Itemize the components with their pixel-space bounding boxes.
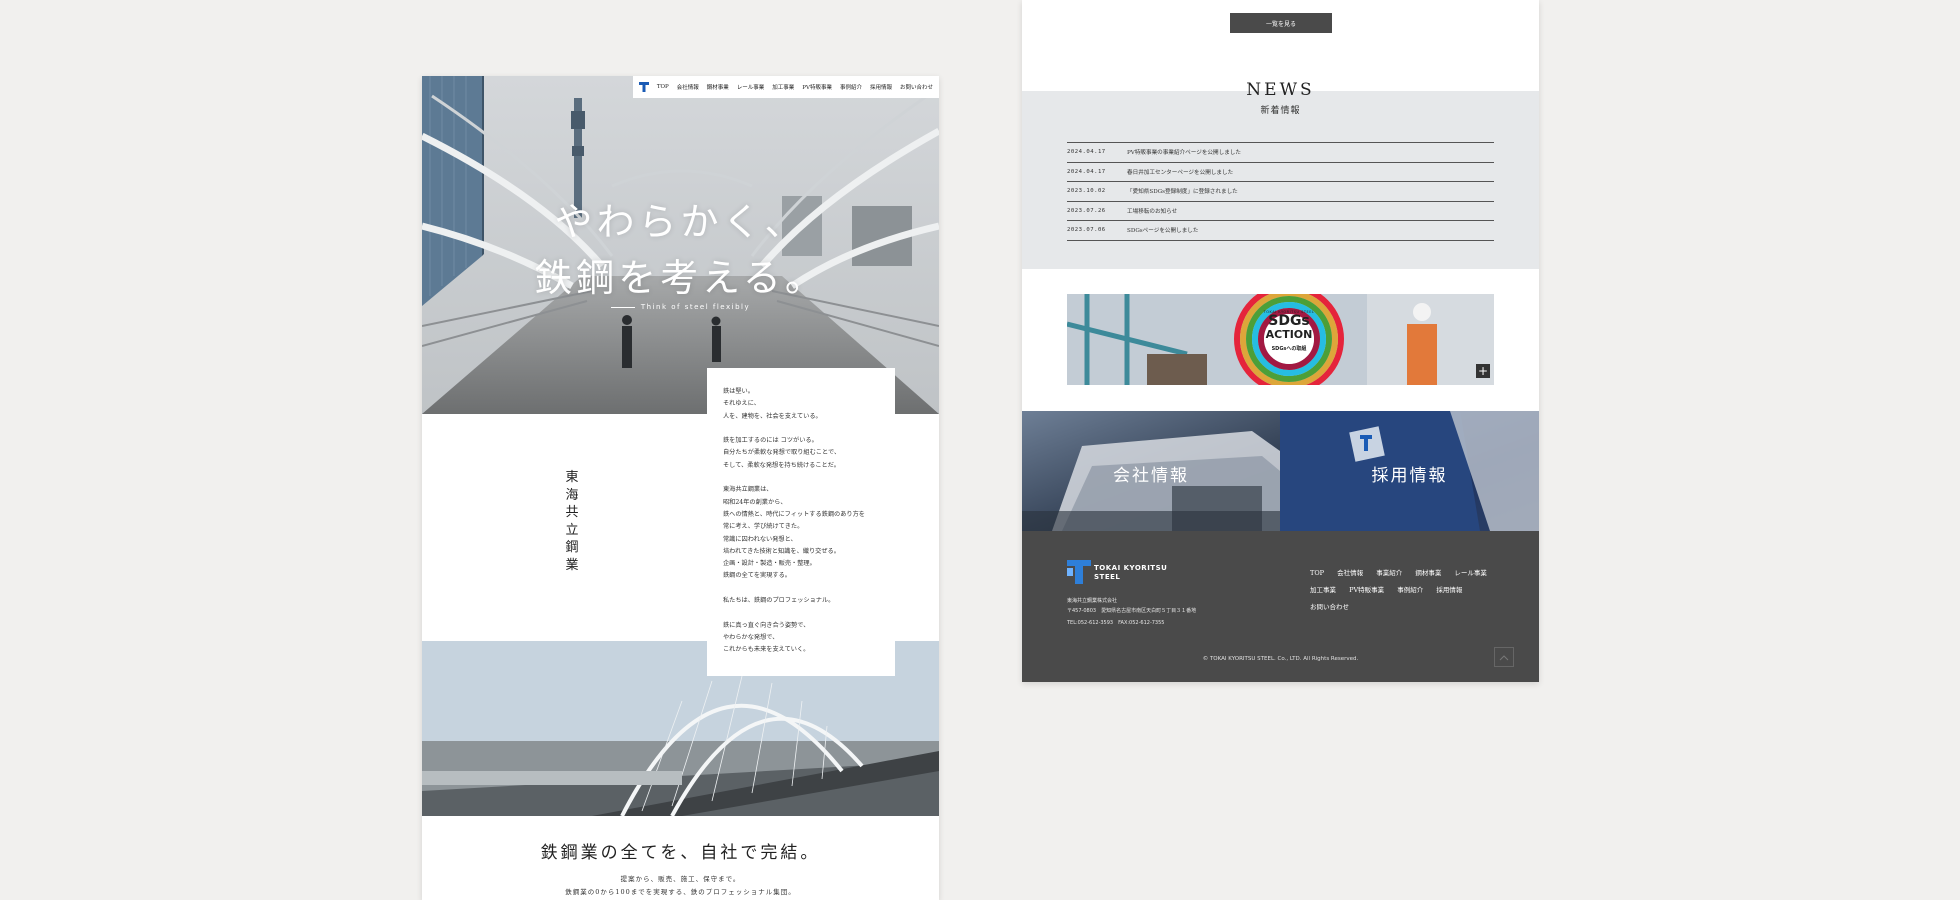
hero-subtitle: Think of steel flexibly (422, 303, 939, 311)
news-item[interactable]: 2023.10.02 「愛知県SDGs登録制度」に登録されました (1067, 182, 1494, 202)
homepage-top-preview: TOP 会社情報 鋼材事業 レール事業 加工事業 PV特販事業 事例紹介 採用情… (422, 76, 939, 900)
footer-links-row: 加工事業 PV特販事業 事例紹介 採用情報 (1310, 580, 1510, 597)
footer-link-pv[interactable]: PV特販事業 (1349, 586, 1384, 594)
news-item[interactable]: 2024.04.17 春日井加工センターページを公開しました (1067, 163, 1494, 182)
hero-subtitle-rule (610, 306, 635, 308)
vertical-char: 東 (565, 470, 579, 485)
footer-link-processing[interactable]: 加工事業 (1310, 586, 1336, 594)
news-date: 2024.04.17 (1067, 149, 1106, 156)
news-item[interactable]: 2023.07.26 工場移転のお知らせ (1067, 202, 1494, 221)
footer-link-cases[interactable]: 事例紹介 (1397, 586, 1423, 594)
nav-contact[interactable]: お問い合わせ (900, 83, 933, 91)
nav-cases[interactable]: 事例紹介 (840, 83, 862, 91)
news-text: 「愛知県SDGs登録制度」に登録されました (1127, 189, 1238, 196)
sdgs-caption: SDGsへの取組 (1271, 346, 1307, 352)
footer-logo-line2: STEEL (1094, 573, 1121, 581)
nav-steel[interactable]: 鋼材事業 (707, 83, 729, 91)
news-subtitle: 新着情報 (1260, 106, 1301, 116)
footer-link-steel[interactable]: 鋼材事業 (1415, 569, 1441, 577)
nav-company[interactable]: 会社情報 (677, 83, 699, 91)
footer-links: TOP 会社情報 事業紹介 鋼材事業 レール事業 加工事業 PV特販事業 事例紹… (1310, 563, 1510, 614)
nav-pv[interactable]: PV特販事業 (802, 83, 832, 91)
company-logo-icon[interactable] (638, 82, 649, 92)
hero-subtitle-text: Think of steel flexibly (640, 303, 751, 311)
nav-processing[interactable]: 加工事業 (772, 83, 794, 91)
svg-text:+: + (1478, 364, 1488, 378)
vertical-char: 共 (565, 505, 579, 520)
news-date: 2023.07.26 (1067, 207, 1106, 214)
sdgs-action: ACTION (1265, 328, 1313, 341)
vertical-char: 業 (565, 557, 579, 573)
homepage-bottom-preview: 一覧を見る NEWS 新着情報 2024.04.17 PV特販事業の事業紹介ペー… (1022, 0, 1539, 682)
view-list-button[interactable]: 一覧を見る (1230, 13, 1332, 33)
footer-link-top[interactable]: TOP (1310, 569, 1324, 577)
vertical-char: 海 (565, 487, 579, 503)
company-name-vertical: 東 海 共 立 鋼 業 (564, 469, 580, 574)
footer-logo-text: TOKAI KYORITSU STEEL (1094, 564, 1167, 582)
nav-top[interactable]: TOP (657, 84, 669, 90)
news-date: 2023.07.06 (1067, 227, 1106, 234)
news-text: 春日井加工センターページを公開しました (1127, 169, 1234, 176)
news-item[interactable]: 2024.04.17 PV特販事業の事業紹介ページを公開しました (1067, 143, 1494, 163)
recruit-info-tile[interactable]: 採用情報 (1280, 411, 1539, 531)
intro-message-card: 鉄は堅い。 それゆえに、 人を、建物を、社会を支えている。 鉄を加工するのには … (707, 368, 895, 676)
news-text: PV特販事業の事業紹介ページを公開しました (1127, 150, 1241, 157)
footer-logo-line1: TOKAI KYORITSU (1094, 564, 1168, 572)
recruit-tile-label: 採用情報 (1371, 466, 1448, 486)
footer-link-rail[interactable]: レール事業 (1454, 569, 1487, 577)
news-title: NEWS (1246, 80, 1315, 100)
intro-message-text: 鉄は堅い。 それゆえに、 人を、建物を、社会を支えている。 鉄を加工するのには … (723, 388, 865, 654)
news-date: 2024.04.17 (1067, 168, 1106, 175)
footer-address: 〒457-0803 愛知県名古屋市南区天白町５丁目３１番地 (1067, 608, 1197, 614)
section-heading: 鉄鋼業の全てを、自社で完結。 (540, 843, 821, 863)
footer-links-row: お問い合わせ (1310, 597, 1510, 614)
sdgs-text-block: TOKAI KYORITSU STEEL SDGs ACTION SDGsへの取… (1227, 310, 1351, 352)
footer-link-business[interactable]: 事業紹介 (1376, 569, 1402, 577)
hero-title-line1: やわらかく、 (554, 200, 807, 244)
footer-link-contact[interactable]: お問い合わせ (1310, 603, 1349, 611)
nav-rail[interactable]: レール事業 (737, 83, 765, 91)
news-list: 2024.04.17 PV特販事業の事業紹介ページを公開しました 2024.04… (1067, 142, 1494, 241)
footer-links-row: TOP 会社情報 事業紹介 鋼材事業 レール事業 (1310, 563, 1510, 580)
sdgs-banner[interactable]: + TOKAI KYORITSU STEEL SDGs ACTION SDGsへ… (1067, 294, 1494, 385)
nav-recruit[interactable]: 採用情報 (870, 83, 892, 91)
company-info-tile[interactable]: 会社情報 (1022, 411, 1280, 531)
section-subtext-1: 提案から、販売、施工、保守まで。 (620, 875, 741, 883)
copyright: © TOKAI KYORITSU STEEL. Co., LTD. All Ri… (1202, 656, 1359, 662)
sdgs-title: SDGs (1268, 313, 1310, 329)
hero-image: TOP 会社情報 鋼材事業 レール事業 加工事業 PV特販事業 事例紹介 採用情… (422, 76, 939, 414)
vertical-char: 鋼 (565, 540, 579, 555)
footer-address-block: 東海共立鋼業株式会社 〒457-0803 愛知県名古屋市南区天白町５丁目３１番地… (1067, 596, 1196, 628)
footer-link-company[interactable]: 会社情報 (1337, 569, 1363, 577)
news-text: SDGsページを公開しました (1127, 228, 1199, 235)
news-item[interactable]: 2023.07.06 SDGsページを公開しました (1067, 221, 1494, 241)
footer-logo-icon[interactable] (1067, 560, 1091, 584)
site-footer: TOKAI KYORITSU STEEL 東海共立鋼業株式会社 〒457-080… (1022, 531, 1539, 682)
news-text: 工場移転のお知らせ (1127, 208, 1178, 215)
section-subtext-2: 鉄鋼業の0から100までを実現する、鉄のプロフェッショナル集団。 (565, 888, 796, 896)
news-date: 2023.10.02 (1067, 188, 1106, 195)
hero-title-line2: 鉄鋼を考える。 (534, 256, 827, 300)
company-tile-label: 会社情報 (1113, 466, 1189, 486)
vertical-char: 立 (565, 522, 579, 538)
global-navigation: TOP 会社情報 鋼材事業 レール事業 加工事業 PV特販事業 事例紹介 採用情… (632, 76, 939, 98)
hero-title: やわらかく、 鉄鋼を考える。 (422, 194, 939, 306)
footer-link-recruit[interactable]: 採用情報 (1436, 586, 1462, 594)
footer-company-name: 東海共立鋼業株式会社 (1067, 598, 1118, 604)
footer-tel: TEL:052-612-3593 FAX:052-612-7355 (1067, 620, 1165, 626)
